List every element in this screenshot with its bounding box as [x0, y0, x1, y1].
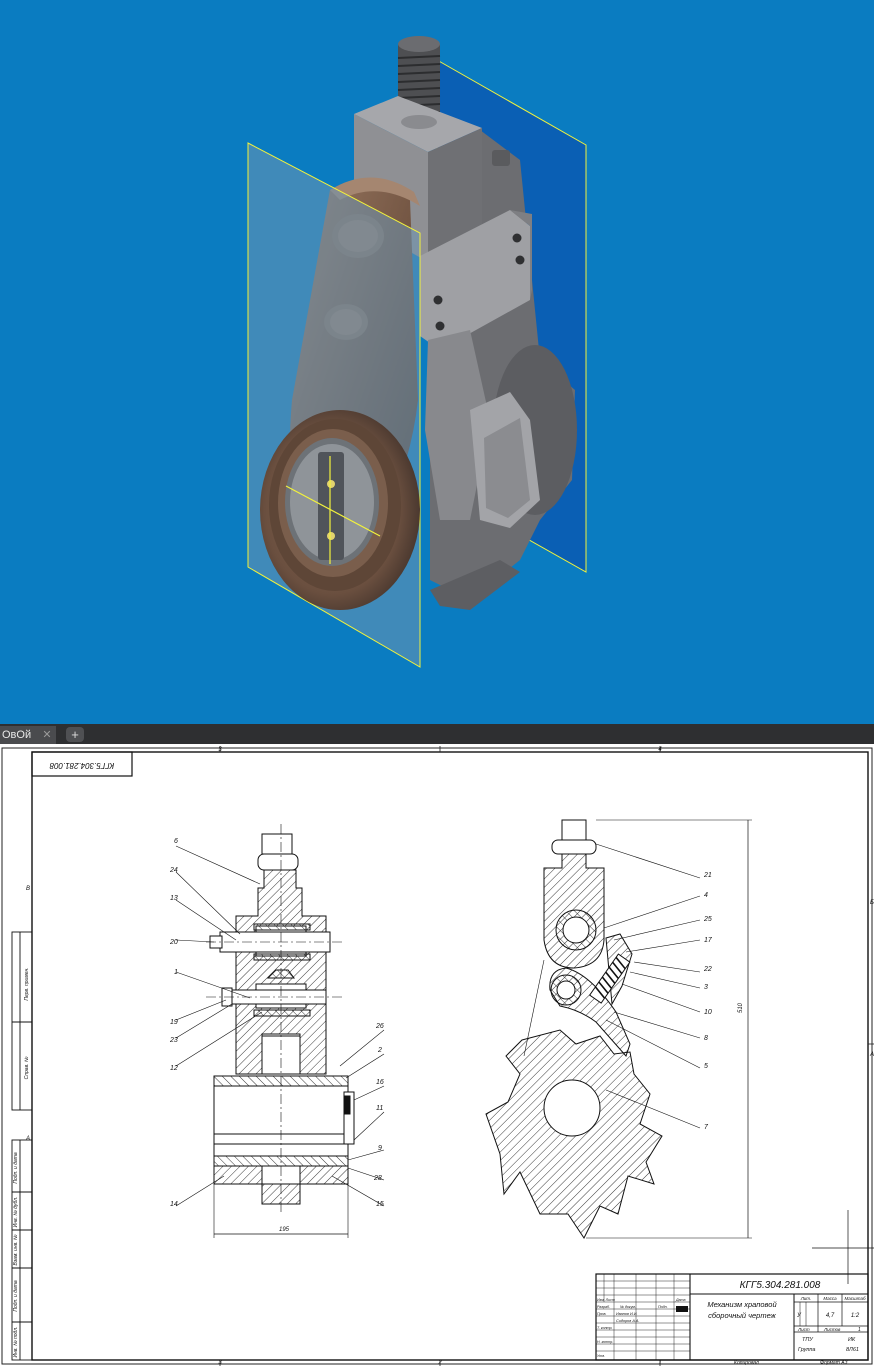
title-group-label: Группа [798, 1347, 816, 1353]
title-role: Утв. [597, 1354, 605, 1358]
strip-label: Справ. № [24, 1056, 30, 1079]
strip-label: Инв. № дубл. [13, 1197, 19, 1228]
title-scale-value: 1:2 [851, 1313, 860, 1319]
title-role: Разраб. [597, 1305, 610, 1309]
screw-collar [401, 115, 437, 129]
callout-label: 16 [376, 1079, 384, 1086]
callout-label: 3 [704, 984, 708, 991]
left-strip-upper [11, 931, 33, 1111]
callout-label: 5 [704, 1063, 708, 1070]
callout-label: 13 [170, 895, 178, 902]
title-date-label: Дата [675, 1298, 685, 1302]
strip-hole [327, 480, 335, 488]
callout-label: 23 [169, 1037, 178, 1044]
bottom-copied-label: Копировал [734, 1360, 759, 1366]
callout-label: 4 [704, 892, 708, 899]
dim-width-value: 195 [279, 1227, 290, 1233]
sheet-inner-frame [31, 751, 869, 1361]
right-front-view [485, 819, 663, 1239]
title-checker: Сидоров А.А. [616, 1319, 640, 1323]
assembly-drawing: 3 4 3 2 1 В А Б А КГГ5.304.281.008 Перв.… [1, 746, 874, 1366]
callout-label: 22 [703, 966, 712, 973]
title-mass-value: 4,7 [826, 1313, 835, 1319]
title-lit-value: У [796, 1313, 802, 1319]
title-role: Изм. Лист [597, 1298, 615, 1302]
zone-mark: В [26, 886, 30, 892]
zone-mark: А [869, 1052, 874, 1058]
document-tab[interactable]: ОвОй ✕ [0, 726, 56, 744]
title-col-lit: Лит. [800, 1296, 812, 1301]
bracket-hole [515, 255, 525, 265]
title-sheet-label: Лист [797, 1327, 810, 1332]
3d-model-view[interactable] [0, 0, 874, 724]
callout-label: 9 [378, 1145, 382, 1152]
callout-label: 15 [376, 1201, 384, 1208]
callout-label: 8 [704, 1035, 708, 1042]
strip-label: Взам. инв. № [13, 1234, 19, 1266]
title-col-scale: Масштаб [844, 1296, 865, 1301]
drawing-sheet[interactable]: 3 4 3 2 1 В А Б А КГГ5.304.281.008 Перв.… [0, 744, 874, 1368]
callout-label: 28 [373, 1175, 382, 1182]
title-sheets-value: 1 [858, 1327, 861, 1333]
close-icon[interactable]: ✕ [40, 726, 54, 744]
bracket-hole [512, 233, 522, 243]
strip-hole [327, 532, 335, 540]
tab-label: ОвОй [2, 729, 32, 741]
strip-label: Инв. № подл. [13, 1326, 19, 1357]
callout-label: 10 [704, 1009, 712, 1016]
bracket-hole [433, 295, 443, 305]
zone-mark: Б [870, 900, 874, 906]
title-role: Н. контр. [597, 1340, 613, 1344]
plus-icon[interactable]: + [66, 727, 84, 742]
strip-label: Подп. и дата [13, 1280, 19, 1312]
title-block-stamp [676, 1306, 688, 1312]
title-doc-no-label: № докум. [620, 1305, 636, 1309]
callout-label: 20 [169, 939, 178, 946]
locking-strip [318, 452, 344, 560]
left-section-view [209, 833, 355, 1205]
strip-label: Подп. и дата [13, 1152, 19, 1184]
title-name-line1: Механизм храповой [707, 1300, 777, 1309]
title-org1: ТПУ [802, 1337, 813, 1343]
doc-code-rotated: КГГ5.304.281.008 [49, 761, 114, 770]
sheet-outer-border [1, 747, 873, 1365]
callout-label: 24 [169, 867, 178, 874]
callout-label: 12 [170, 1065, 178, 1072]
crosshair-cursor [812, 1210, 874, 1284]
title-name-line2: сборочный чертеж [708, 1311, 776, 1320]
zone-mark: 3 [218, 1360, 222, 1366]
callout-label: 25 [703, 916, 712, 923]
callout-label: 1 [174, 969, 178, 976]
callout-label: 19 [170, 1019, 178, 1026]
title-doc-code: КГГ5.304.281.008 [740, 1280, 821, 1291]
side-pin [492, 150, 510, 166]
callout-label: 14 [170, 1201, 178, 1208]
callout-label: 11 [376, 1105, 383, 1112]
zone-mark: 1 [658, 1360, 661, 1366]
callout-label: 2 [377, 1047, 382, 1054]
3d-viewport[interactable] [0, 0, 874, 724]
screw-top [398, 36, 440, 52]
title-role: Пров. [597, 1312, 606, 1316]
strip-label: Перв. примен. [24, 967, 30, 1000]
title-org2: ИК [848, 1337, 856, 1343]
title-group-value: 8Л61 [846, 1347, 859, 1353]
callout-label: 6 [174, 838, 178, 845]
zone-mark: А [25, 1136, 30, 1142]
bracket-hole [435, 321, 445, 331]
callout-label: 26 [375, 1023, 384, 1030]
title-role: Т. контр. [597, 1326, 613, 1330]
callout-label: 17 [704, 937, 713, 944]
title-sheets-label: Листов [823, 1327, 841, 1332]
callout-label: 21 [703, 872, 712, 879]
bottom-format-label: Формат А3 [820, 1360, 848, 1366]
title-sign-label: Подп. [658, 1305, 668, 1309]
document-tab-bar: ОвОй ✕ + [0, 724, 874, 744]
zone-mark: 2 [437, 1360, 442, 1366]
callout-label: 7 [704, 1124, 709, 1131]
title-developer: Иванов И.И. [616, 1312, 638, 1316]
dim-height-value: 510 [738, 1002, 744, 1013]
title-col-mass: Масса [823, 1296, 837, 1301]
